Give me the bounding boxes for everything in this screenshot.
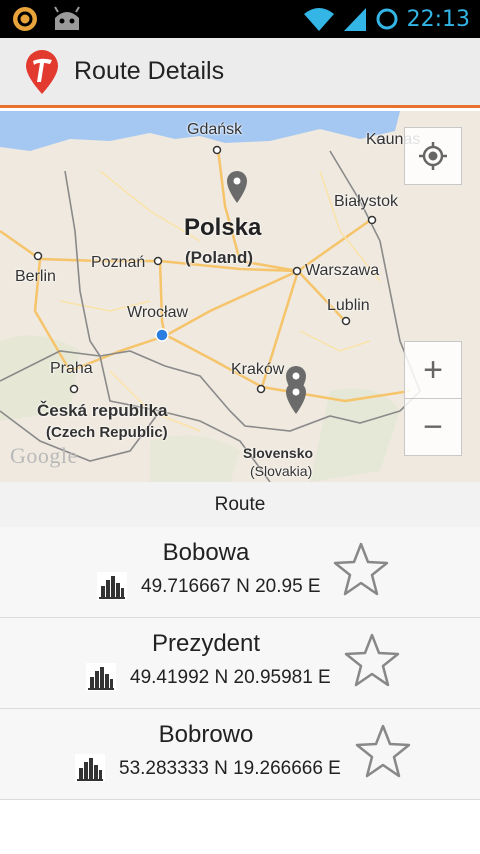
zoom-out-button[interactable]: − — [404, 398, 462, 456]
map-label-ceska: Česká republika — [37, 401, 168, 420]
star-outline-icon[interactable] — [343, 632, 401, 690]
map-label-gdansk: Gdańsk — [187, 121, 243, 138]
map-label-berlin: Berlin — [15, 268, 56, 285]
map-label-bialystok: Białystok — [334, 193, 399, 210]
app-logo[interactable] — [24, 48, 60, 96]
wifi-icon — [303, 8, 334, 31]
route-item-coords: 49.41992 N 20.95981 E — [130, 667, 331, 688]
android-debug-icon — [54, 6, 80, 30]
map-label-czech: (Czech Republic) — [46, 424, 168, 441]
route-item-coords: 53.283333 N 19.266666 E — [119, 758, 341, 779]
map-label-praha: Praha — [50, 360, 93, 377]
map-label-krakow: Kraków — [231, 361, 285, 378]
status-bar: 22:13 — [0, 0, 480, 38]
notification-icon — [13, 7, 37, 31]
route-item-coords: 49.716667 N 20.95 E — [141, 576, 321, 597]
map-label-slovensko: Slovensko — [243, 445, 314, 461]
star-outline-icon[interactable] — [354, 723, 412, 781]
clock: 22:13 — [406, 6, 470, 32]
zoom-in-button[interactable]: + — [404, 341, 462, 399]
action-bar: Route Details — [0, 38, 480, 108]
city-icon — [75, 754, 105, 782]
route-list-item[interactable]: Prezydent 49.41992 N 20.95981 E — [0, 618, 480, 709]
map-label-warszawa: Warszawa — [305, 262, 380, 279]
google-attribution: Google — [10, 443, 78, 468]
my-location-button[interactable] — [404, 127, 462, 185]
map-view[interactable]: Gdańsk Kaunas Polska (Poland) Białystok … — [0, 111, 480, 482]
route-header: Route — [0, 482, 480, 527]
map-label-polska: Polska — [184, 214, 262, 241]
map-label-wroclaw: Wrocław — [127, 304, 189, 321]
map-label-poland: (Poland) — [185, 248, 253, 267]
sync-icon — [376, 8, 398, 30]
city-icon — [97, 572, 127, 600]
star-outline-icon[interactable] — [332, 541, 390, 599]
route-item-name: Bobrowo — [158, 721, 254, 748]
map-label-slovakia: (Slovakia) — [250, 463, 313, 479]
map-label-poznan: Poznań — [91, 254, 146, 271]
map-label-lublin: Lublin — [327, 297, 370, 314]
my-location-icon — [419, 142, 447, 170]
route-list-item[interactable]: Bobrowo 53.283333 N 19.266666 E — [0, 709, 480, 800]
page-title: Route Details — [74, 57, 225, 85]
signal-icon — [343, 8, 366, 31]
route-list-item[interactable]: Bobowa 49.716667 N 20.95 E — [0, 527, 480, 618]
empty-area — [0, 800, 480, 854]
city-icon — [86, 663, 116, 691]
